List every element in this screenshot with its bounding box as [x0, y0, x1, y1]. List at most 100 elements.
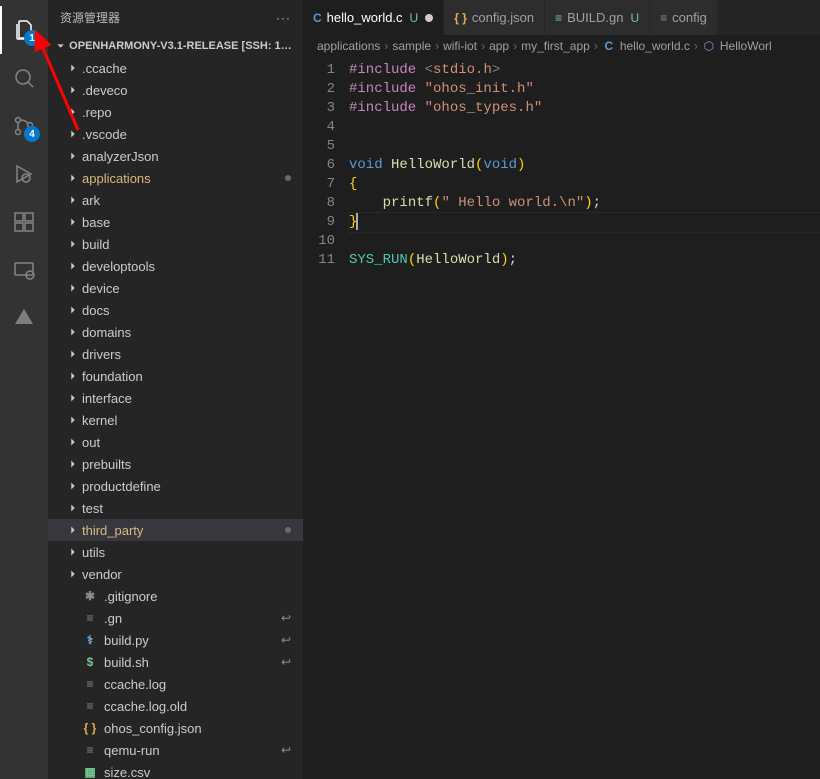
chevron-right-icon: [66, 303, 80, 317]
activity-extensions[interactable]: [0, 198, 48, 246]
tab-label: BUILD.gn: [567, 10, 623, 25]
line-number: 2: [303, 80, 335, 99]
folder-base[interactable]: base: [48, 211, 303, 233]
folder-developtools[interactable]: developtools: [48, 255, 303, 277]
chevron-right-icon: [66, 413, 80, 427]
folder--ccache[interactable]: .ccache: [48, 57, 303, 79]
explorer-badge: 1: [24, 30, 40, 46]
code-line[interactable]: [349, 137, 820, 156]
folder-build[interactable]: build: [48, 233, 303, 255]
folder--deveco[interactable]: .deveco: [48, 79, 303, 101]
folder-third-party[interactable]: third_party: [48, 519, 303, 541]
breadcrumb-segment[interactable]: wifi-iot: [443, 39, 477, 53]
folder-utils[interactable]: utils: [48, 541, 303, 563]
file-ccache-log[interactable]: ≡ccache.log: [48, 673, 303, 695]
chevron-right-icon: [66, 127, 80, 141]
file-build-py[interactable]: ⚕build.py↩: [48, 629, 303, 651]
file-ccache-log-old[interactable]: ≡ccache.log.old: [48, 695, 303, 717]
code-line[interactable]: printf(" Hello world.\n");: [349, 194, 820, 213]
breadcrumb-segment[interactable]: app: [489, 39, 509, 53]
chevron-right-icon: ›: [513, 39, 517, 53]
activity-scm[interactable]: 4: [0, 102, 48, 150]
code-line[interactable]: [349, 232, 820, 251]
tree-item-label: ohos_config.json: [104, 721, 202, 736]
tree-item-label: .vscode: [82, 127, 127, 142]
chevron-right-icon: [66, 347, 80, 361]
folder-device[interactable]: device: [48, 277, 303, 299]
editor-area: Chello_world.cU{ }config.json≡BUILD.gnU≡…: [303, 0, 820, 779]
table-icon: ▦: [82, 764, 98, 779]
lines-icon: ≡: [82, 676, 98, 692]
tab-label: hello_world.c: [327, 10, 403, 25]
tree-item-label: prebuilts: [82, 457, 131, 472]
code-line[interactable]: #include <stdio.h>: [349, 61, 820, 80]
lines-icon: ≡: [82, 698, 98, 714]
folder-vendor[interactable]: vendor: [48, 563, 303, 585]
scm-badge: 4: [24, 126, 40, 142]
lines-icon: ≡: [660, 11, 667, 25]
activity-run[interactable]: [0, 150, 48, 198]
folder--vscode[interactable]: .vscode: [48, 123, 303, 145]
folder-interface[interactable]: interface: [48, 387, 303, 409]
tree-item-label: .repo: [82, 105, 112, 120]
breadcrumb-segment[interactable]: applications: [317, 39, 380, 53]
file-build-sh[interactable]: $build.sh↩: [48, 651, 303, 673]
git-status: U: [410, 11, 419, 25]
chevron-right-icon: ›: [384, 39, 388, 53]
code-editor[interactable]: 1234567891011 #include <stdio.h>#include…: [303, 57, 820, 779]
code-line[interactable]: {: [349, 175, 820, 194]
folder-applications[interactable]: applications: [48, 167, 303, 189]
code-line[interactable]: [349, 118, 820, 137]
code-line[interactable]: }: [349, 213, 820, 232]
breadcrumb-segment[interactable]: my_first_app: [521, 39, 590, 53]
drive-icon: [12, 306, 36, 330]
folder-drivers[interactable]: drivers: [48, 343, 303, 365]
folder-foundation[interactable]: foundation: [48, 365, 303, 387]
folder-prebuilts[interactable]: prebuilts: [48, 453, 303, 475]
folder-productdefine[interactable]: productdefine: [48, 475, 303, 497]
code-line[interactable]: void HelloWorld(void): [349, 156, 820, 175]
code-content[interactable]: #include <stdio.h>#include "ohos_init.h"…: [349, 61, 820, 779]
activity-remote[interactable]: [0, 246, 48, 294]
sidebar-more-button[interactable]: ···: [276, 11, 291, 25]
code-line[interactable]: #include "ohos_init.h": [349, 80, 820, 99]
file-size-csv[interactable]: ▦ size.csv: [48, 761, 303, 779]
breadcrumb-segment[interactable]: sample: [392, 39, 431, 53]
python-icon: ⚕: [82, 632, 98, 648]
activity-cloud[interactable]: [0, 294, 48, 342]
activity-search[interactable]: [0, 54, 48, 102]
tree-item-label: .gn: [104, 611, 122, 626]
folder-ark[interactable]: ark: [48, 189, 303, 211]
modified-dot: [425, 14, 433, 22]
breadcrumb[interactable]: applications›sample›wifi-iot›app›my_firs…: [303, 35, 820, 57]
folder-kernel[interactable]: kernel: [48, 409, 303, 431]
file-qemu-run[interactable]: ≡qemu-run↩: [48, 739, 303, 761]
folder-docs[interactable]: docs: [48, 299, 303, 321]
file--gn[interactable]: ≡.gn↩: [48, 607, 303, 629]
line-number: 9: [303, 213, 335, 232]
tab-config[interactable]: ≡config: [650, 0, 718, 35]
code-line[interactable]: SYS_RUN(HelloWorld);: [349, 251, 820, 270]
folder-test[interactable]: test: [48, 497, 303, 519]
project-root[interactable]: OPENHARMONY-V3.1-RELEASE [SSH: 192.1...: [48, 35, 303, 57]
breadcrumb-symbol[interactable]: HelloWorl: [720, 39, 772, 53]
tab-config-json[interactable]: { }config.json: [444, 0, 545, 35]
folder--repo[interactable]: .repo: [48, 101, 303, 123]
folder-domains[interactable]: domains: [48, 321, 303, 343]
activity-explorer[interactable]: 1: [0, 6, 48, 54]
undo-icon: ↩: [281, 633, 291, 647]
tab-build-gn[interactable]: ≡BUILD.gnU: [545, 0, 650, 35]
code-line[interactable]: #include "ohos_types.h": [349, 99, 820, 118]
project-root-label: OPENHARMONY-V3.1-RELEASE [SSH: 192.1...: [69, 40, 297, 52]
folder-out[interactable]: out: [48, 431, 303, 453]
folder-analyzerjson[interactable]: analyzerJson: [48, 145, 303, 167]
breadcrumb-file[interactable]: hello_world.c: [620, 39, 690, 53]
file-tree[interactable]: .ccache.deveco .repo .vscode analyzerJsonap…: [48, 57, 303, 779]
line-number: 10: [303, 232, 335, 251]
tree-item-label: size.csv: [104, 765, 150, 779]
file-ohos-config-json[interactable]: { }ohos_config.json: [48, 717, 303, 739]
file--gitignore[interactable]: ✱.gitignore: [48, 585, 303, 607]
tree-item-label: utils: [82, 545, 105, 560]
tab-hello-world-c[interactable]: Chello_world.cU: [303, 0, 444, 35]
chevron-right-icon: [66, 523, 80, 537]
